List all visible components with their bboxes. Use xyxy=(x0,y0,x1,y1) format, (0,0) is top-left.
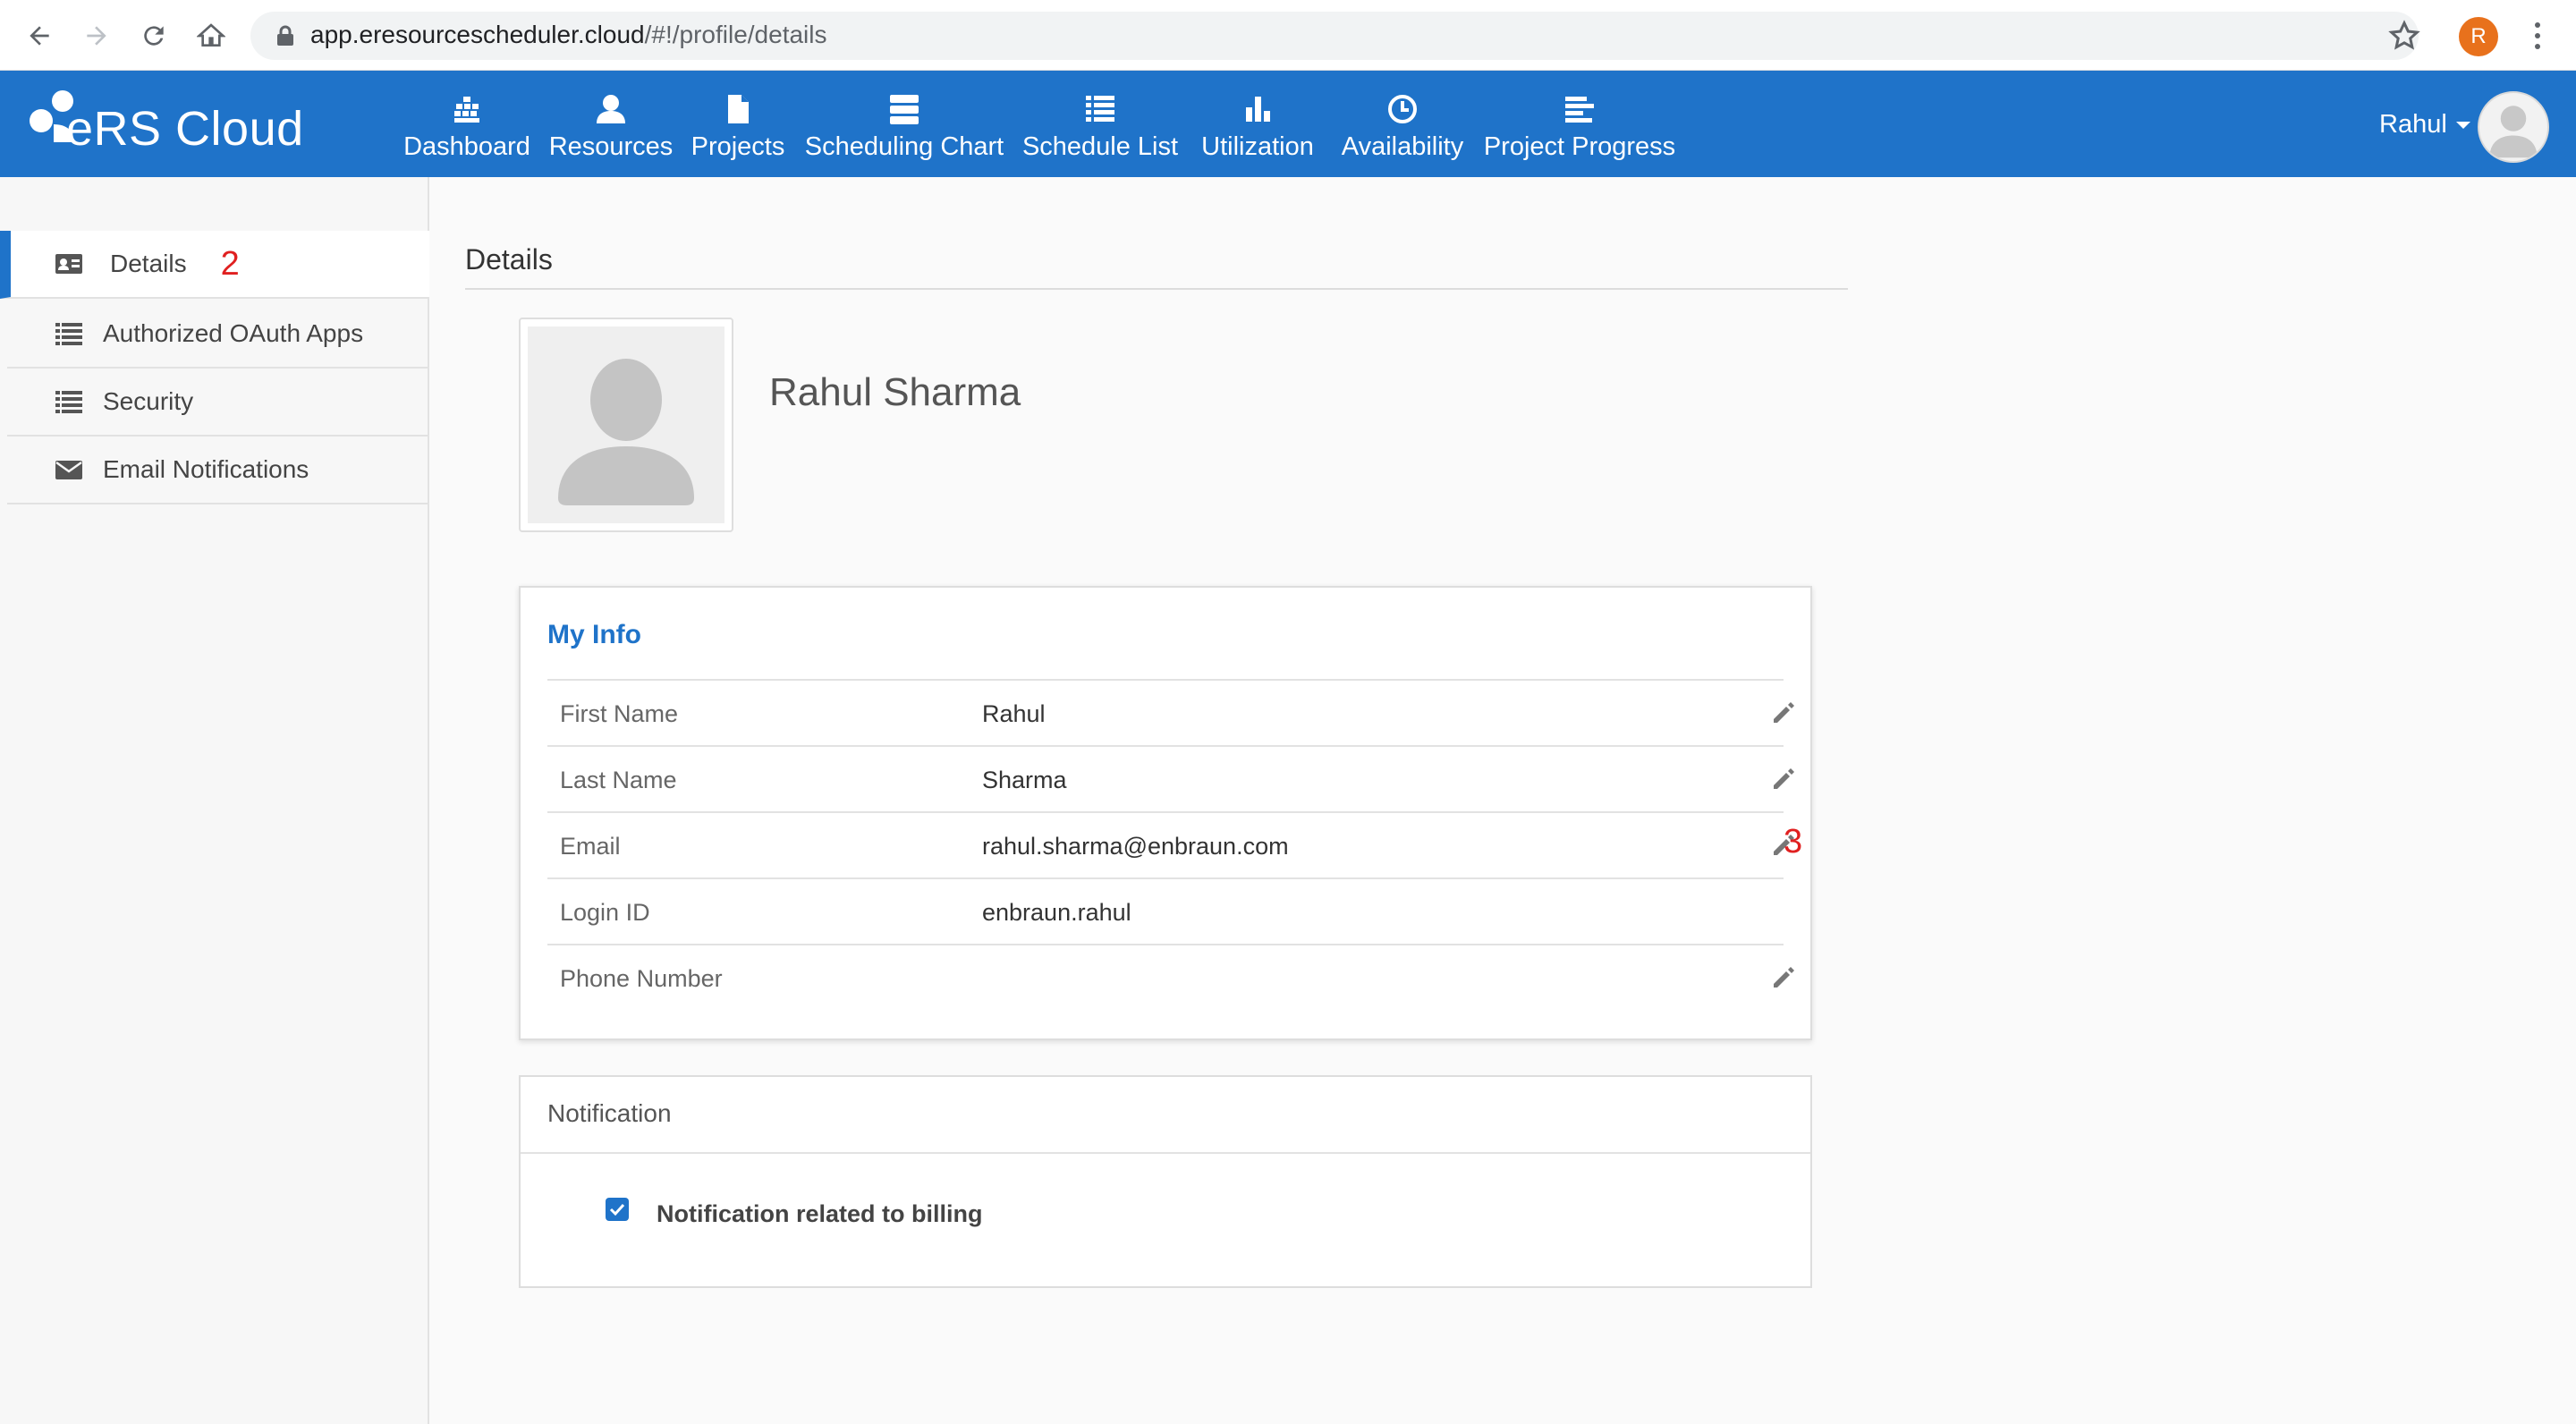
back-button[interactable] xyxy=(18,16,61,55)
notification-header: Notification xyxy=(521,1077,1810,1154)
info-row-last-name: Last Name Sharma xyxy=(547,745,1794,811)
envelope-icon xyxy=(55,461,82,479)
nav-label: Availability xyxy=(1341,132,1464,161)
url-path: /#!/profile/details xyxy=(644,21,827,48)
sidebar: Details 2 Authorized OAuth Apps Security… xyxy=(0,177,429,1424)
progress-icon xyxy=(1565,97,1594,123)
profile-photo[interactable] xyxy=(519,318,733,532)
avatar-silhouette-icon xyxy=(558,359,694,505)
profile-name: Rahul Sharma xyxy=(769,370,1021,414)
checkmark-icon xyxy=(609,1203,625,1216)
lock-icon xyxy=(277,25,293,46)
pencil-icon[interactable] xyxy=(1769,699,1798,727)
pencil-icon[interactable] xyxy=(1769,765,1798,793)
server-icon xyxy=(890,95,919,124)
info-row-phone-number: Phone Number xyxy=(547,944,1794,1010)
url-host: app.eresourcescheduler.cloud xyxy=(310,21,645,48)
field-value: rahul.sharma@enbraun.com xyxy=(982,833,1289,860)
logo-text: eRS Cloud xyxy=(66,102,304,156)
field-label: Phone Number xyxy=(560,965,723,992)
reload-icon xyxy=(144,26,164,46)
pencil-icon[interactable] xyxy=(1769,963,1798,992)
sidebar-item-label: Security xyxy=(103,387,194,415)
nav-resources[interactable]: Resources xyxy=(549,90,673,162)
home-icon xyxy=(197,23,225,47)
browser-toolbar: app.eresourcescheduler.cloud/#!/profile/… xyxy=(0,0,2576,71)
list-icon xyxy=(55,391,82,413)
file-icon xyxy=(728,95,749,123)
nav-label: Projects xyxy=(691,132,785,161)
clock-icon xyxy=(1388,95,1417,123)
user-menu-toggle[interactable]: Rahul xyxy=(2379,110,2470,140)
user-icon xyxy=(597,95,625,123)
bar-chart-icon xyxy=(1246,97,1270,122)
sidebar-item-email-notifications[interactable]: Email Notifications xyxy=(7,437,429,504)
nav-label: Project Progress xyxy=(1483,132,1676,161)
sidebar-item-label: Email Notifications xyxy=(103,455,309,483)
sidebar-item-authorized-oauth-apps[interactable]: Authorized OAuth Apps xyxy=(7,301,429,369)
user-name: Rahul xyxy=(2379,110,2447,139)
profile-photo-placeholder xyxy=(528,326,724,523)
kebab-menu-icon[interactable] xyxy=(2524,20,2551,52)
nav-schedule-list[interactable]: Schedule List xyxy=(1021,90,1179,162)
field-label: Login ID xyxy=(560,899,650,926)
annotation-marker: 3 xyxy=(1784,823,1803,860)
header-avatar[interactable] xyxy=(2478,91,2549,163)
my-info-heading: My Info xyxy=(547,620,641,649)
list-icon xyxy=(1086,96,1114,122)
nav-dashboard[interactable]: Dashboard xyxy=(403,90,530,162)
id-card-icon xyxy=(55,254,82,274)
sidebar-item-label: Authorized OAuth Apps xyxy=(103,319,364,347)
billing-notification-checkbox[interactable] xyxy=(606,1198,629,1221)
info-row-login-id: Login ID enbraun.rahul xyxy=(547,877,1784,944)
nav-label: Scheduling Chart xyxy=(804,132,1004,161)
nav-label: Utilization xyxy=(1201,132,1314,161)
nav-label: Resources xyxy=(548,132,674,161)
field-value: Sharma xyxy=(982,767,1067,793)
list-icon xyxy=(55,323,82,345)
forward-button[interactable] xyxy=(75,16,118,55)
nav-availability[interactable]: Availability xyxy=(1338,90,1467,162)
app-header: eRS Cloud Dashboard Resources Projects S… xyxy=(0,71,2576,177)
nav-project-progress[interactable]: Project Progress xyxy=(1483,90,1676,162)
reload-button[interactable] xyxy=(132,16,175,55)
arrow-left-icon xyxy=(30,26,49,46)
arrow-right-icon xyxy=(87,26,106,46)
field-label: Email xyxy=(560,833,621,860)
title-divider xyxy=(465,288,1848,290)
bookmark-star-icon[interactable] xyxy=(2388,20,2420,52)
field-value: Rahul xyxy=(982,700,1046,727)
home-button[interactable] xyxy=(190,16,233,55)
nav-utilization[interactable]: Utilization xyxy=(1199,90,1317,162)
dashboard-icon xyxy=(454,97,479,123)
url-text: app.eresourcescheduler.cloud/#!/profile/… xyxy=(310,21,826,49)
browser-profile-avatar[interactable]: R xyxy=(2459,17,2498,56)
field-value: enbraun.rahul xyxy=(982,899,1131,926)
annotation-marker: 2 xyxy=(220,244,240,283)
sidebar-item-label: Details xyxy=(110,250,187,277)
page-title: Details xyxy=(465,243,553,275)
nav-label: Dashboard xyxy=(403,132,530,161)
caret-down-icon xyxy=(2455,122,2470,130)
address-bar[interactable]: app.eresourcescheduler.cloud/#!/profile/… xyxy=(250,12,2419,60)
nav-label: Schedule List xyxy=(1021,132,1179,161)
nav-scheduling-chart[interactable]: Scheduling Chart xyxy=(804,90,1004,162)
nav-projects[interactable]: Projects xyxy=(690,90,786,162)
app-logo[interactable]: eRS Cloud xyxy=(27,89,303,160)
profile-initial: R xyxy=(2470,24,2487,48)
billing-notification-label[interactable]: Notification related to billing xyxy=(657,1200,983,1228)
info-row-email: Email rahul.sharma@enbraun.com xyxy=(547,811,1794,877)
notification-heading: Notification xyxy=(547,1099,672,1127)
notification-card: Notification Notification related to bil… xyxy=(519,1075,1812,1288)
my-info-card: My Info First Name Rahul Last Name Sharm… xyxy=(519,586,1812,1040)
sidebar-item-details[interactable]: Details 2 xyxy=(0,231,429,299)
avatar-silhouette-icon xyxy=(2489,106,2538,158)
field-label: First Name xyxy=(560,700,679,727)
sidebar-item-security[interactable]: Security xyxy=(7,369,429,437)
field-label: Last Name xyxy=(560,767,677,793)
info-row-first-name: First Name Rahul xyxy=(547,679,1794,745)
